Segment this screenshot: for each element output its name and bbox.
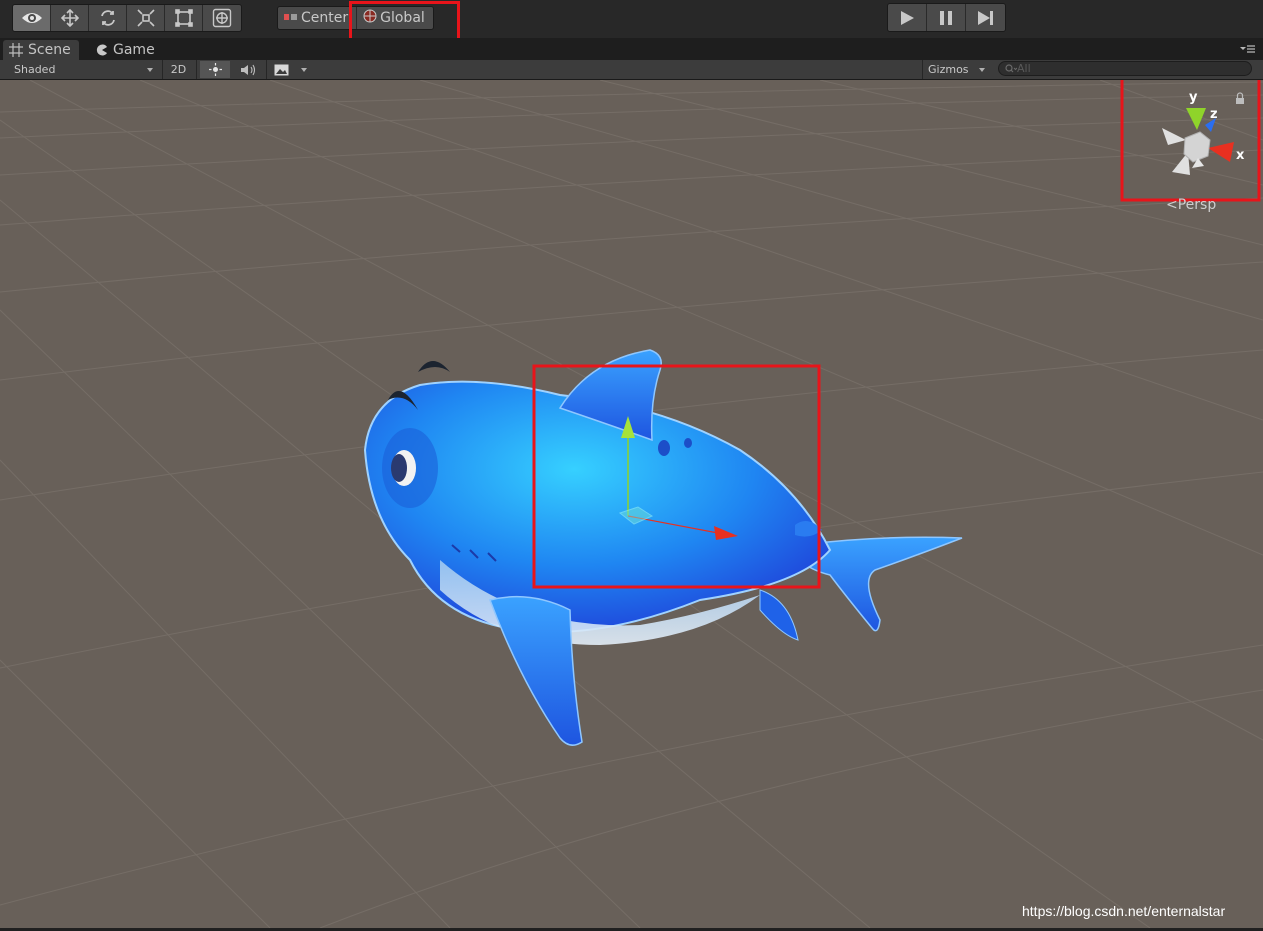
gizmo-center-cube[interactable] — [1183, 131, 1211, 163]
toolbar-divider — [922, 60, 923, 79]
tab-game-label: Game — [113, 42, 155, 58]
pause-button[interactable] — [927, 4, 966, 31]
mode-2d-label: 2D — [170, 63, 187, 76]
chevron-left-icon: < — [1166, 197, 1178, 213]
scene-search-input[interactable]: All — [998, 61, 1252, 76]
transform-tools — [12, 4, 242, 32]
scene-lighting-toggle[interactable] — [200, 61, 230, 78]
eye-icon — [21, 13, 42, 23]
chevron-down-icon — [147, 68, 153, 72]
scale-icon — [136, 9, 155, 27]
gizmo-x-label: x — [1236, 148, 1245, 163]
image-icon — [274, 64, 289, 75]
pivot-global-label: Global — [380, 10, 425, 26]
rotate-tool-button[interactable] — [89, 5, 127, 31]
view-tool-button[interactable] — [13, 5, 51, 31]
scale-tool-button[interactable] — [127, 5, 165, 31]
play-icon — [901, 10, 914, 25]
grid-icon — [9, 43, 23, 57]
gizmo-neg-x-cone[interactable] — [1162, 128, 1186, 145]
projection-text: Persp — [1177, 197, 1217, 213]
pivot-center-label: Center — [301, 10, 349, 26]
sun-icon — [208, 63, 222, 76]
globe-icon — [363, 9, 377, 27]
tab-scene[interactable]: Scene — [3, 40, 79, 60]
playback-controls — [887, 3, 1006, 32]
watermark-text: https://blog.csdn.net/enternalstar — [1022, 903, 1226, 919]
speaker-icon — [241, 64, 256, 75]
scene-viewport[interactable]: y z x — [0, 80, 1263, 928]
pivot-center-icon — [284, 10, 298, 26]
toolbar-divider — [266, 60, 267, 79]
gizmo-y-label: y — [1189, 90, 1198, 105]
scene-effects-dropdown[interactable] — [270, 61, 310, 78]
scene-canvas: y z x — [0, 80, 1263, 928]
move-arrows-icon — [60, 9, 79, 27]
tab-scene-label: Scene — [28, 42, 71, 58]
draw-mode-label: Shaded — [14, 63, 56, 76]
play-button[interactable] — [888, 4, 927, 31]
toolbar-divider — [162, 60, 163, 79]
main-toolbar: Center Global — [0, 0, 1263, 38]
tab-game[interactable]: Game — [90, 40, 170, 60]
move-tool-button[interactable] — [51, 5, 89, 31]
search-icon — [1005, 63, 1017, 72]
projection-label[interactable]: <Persp — [1166, 197, 1216, 213]
gizmos-label: Gizmos — [928, 63, 969, 76]
chevron-down-icon — [979, 68, 985, 72]
tab-menu-icon[interactable] — [1239, 42, 1255, 56]
mode-2d-toggle[interactable]: 2D — [165, 61, 192, 78]
window-tab-bar: Scene Game — [0, 38, 1263, 60]
transform-icon — [212, 8, 232, 28]
chevron-down-icon — [301, 68, 307, 72]
pause-icon — [940, 10, 952, 25]
rotate-icon — [100, 10, 115, 26]
pacman-icon — [96, 44, 108, 56]
draw-mode-dropdown[interactable]: Shaded — [8, 61, 156, 78]
gizmo-y-cone[interactable] — [1186, 108, 1206, 130]
search-placeholder: All — [1017, 62, 1031, 75]
step-button[interactable] — [966, 4, 1005, 31]
pivot-center-button[interactable]: Center — [278, 7, 358, 29]
scene-audio-toggle[interactable] — [233, 61, 263, 78]
gizmos-dropdown[interactable]: Gizmos — [926, 61, 988, 78]
gizmo-z-label: z — [1210, 107, 1218, 122]
pivot-toggle-group: Center Global — [277, 6, 434, 30]
transform-tool-button[interactable] — [203, 5, 241, 31]
lock-icon[interactable] — [1236, 92, 1244, 104]
rect-tool-button[interactable] — [165, 5, 203, 31]
scene-orientation-gizmo[interactable] — [1162, 92, 1244, 175]
step-icon — [977, 10, 993, 25]
scene-toolbar: Shaded 2D Gizmos All — [0, 60, 1263, 80]
toolbar-divider — [196, 60, 197, 79]
pivot-global-button[interactable]: Global — [357, 7, 433, 29]
rect-icon — [174, 9, 193, 27]
